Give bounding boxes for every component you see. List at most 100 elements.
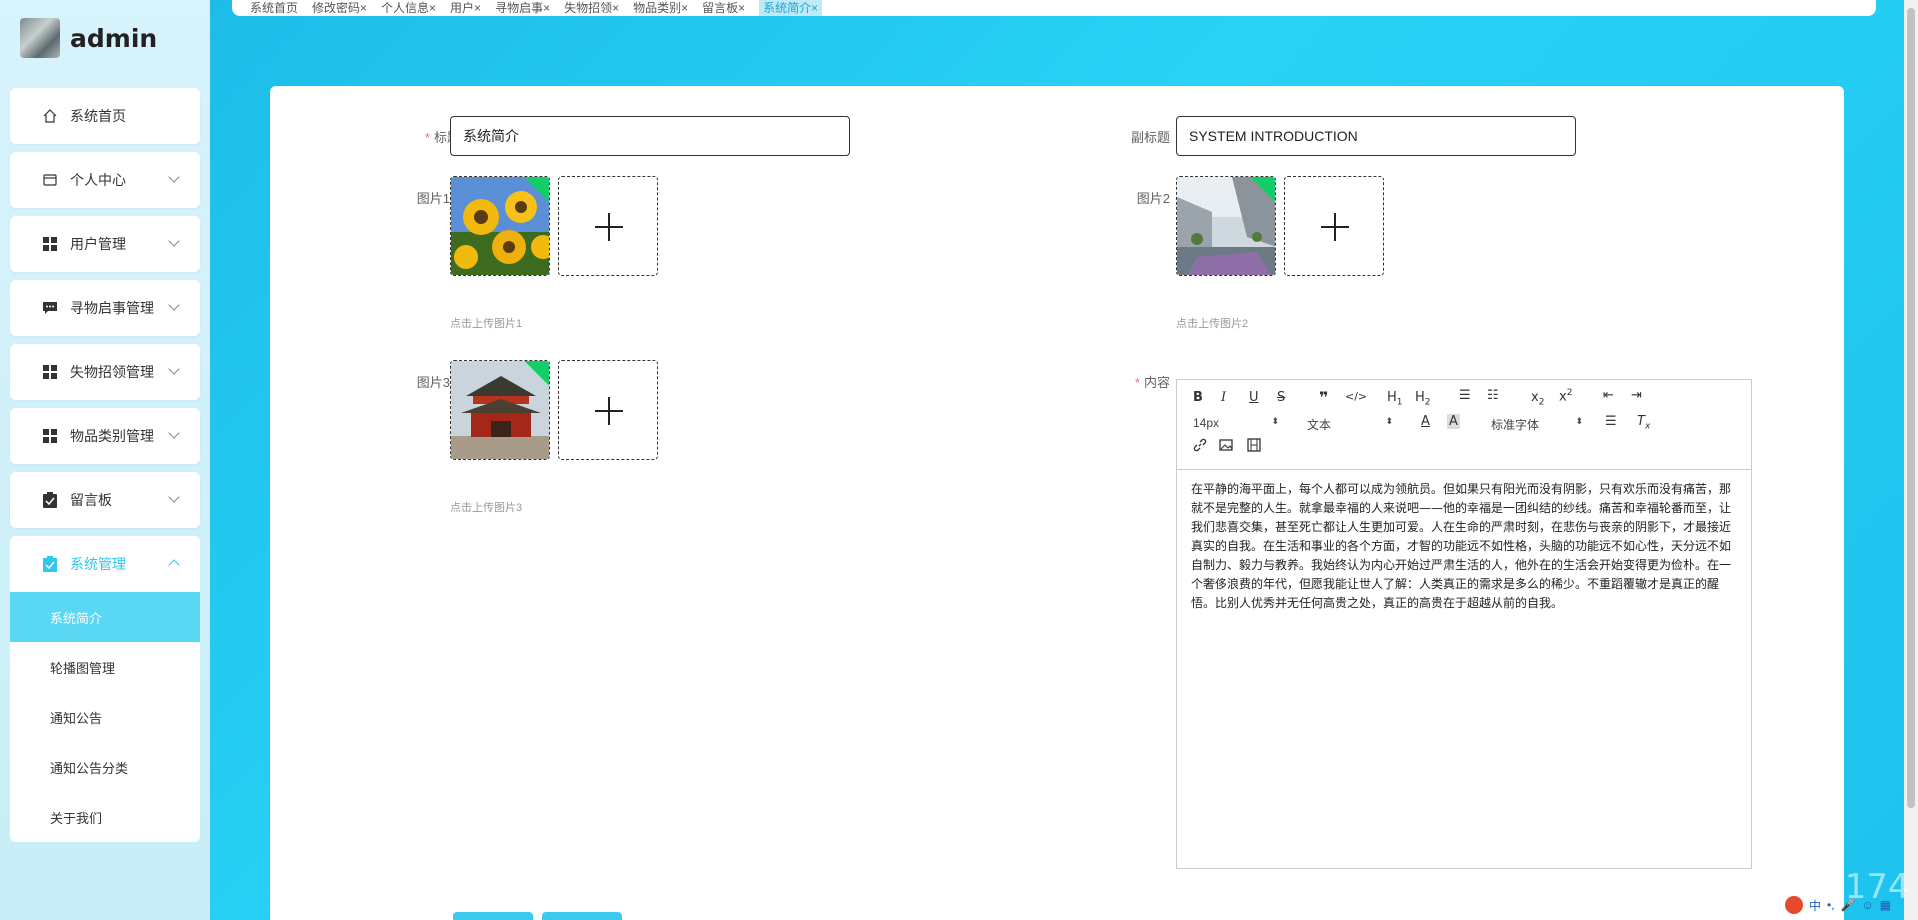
pic2-thumbnail[interactable] <box>1176 176 1276 276</box>
sidebar-item-label: 系统首页 <box>70 108 126 124</box>
pic2-label: 图片2 <box>1136 191 1170 206</box>
ime-language-indicator[interactable]: 中 <box>1809 897 1821 914</box>
tab-system-intro[interactable]: 系统简介× <box>759 0 823 16</box>
header2-icon[interactable]: H2 <box>1415 390 1431 408</box>
sidebar-item-profile[interactable]: 个人中心 <box>10 152 200 208</box>
username: admin <box>70 23 158 53</box>
grid-icon <box>42 236 58 252</box>
chevron-down-icon <box>168 235 180 247</box>
punctuation-icon[interactable]: •, <box>1827 898 1835 912</box>
select-arrows-icon: ⬍ <box>1385 416 1393 426</box>
submit-button[interactable] <box>453 912 533 920</box>
tab-home[interactable]: 系统首页 <box>250 0 298 16</box>
video-icon[interactable] <box>1247 438 1261 456</box>
editor-content[interactable]: 在平静的海平面上，每个人都可以成为领航员。但如果只有阳光而没有阴影，只有欢乐而没… <box>1177 470 1751 623</box>
background-color-icon[interactable]: A <box>1447 414 1460 429</box>
profile-card-icon <box>42 172 58 188</box>
pic3-label: 图片3 <box>416 375 450 390</box>
required-mark: * <box>424 130 430 145</box>
sidebar-subitem-notice-category[interactable]: 通知公告分类 <box>10 742 200 792</box>
sidebar-item-found[interactable]: 失物招领管理 <box>10 344 200 400</box>
grid-icon <box>42 428 58 444</box>
align-icon[interactable]: ☰ <box>1605 414 1617 429</box>
chevron-down-icon <box>168 299 180 311</box>
ordered-list-icon[interactable]: ☰ <box>1459 388 1471 403</box>
subtitle-input[interactable]: SYSTEM INTRODUCTION <box>1176 116 1576 156</box>
indent-icon[interactable]: ⇥ <box>1631 388 1642 403</box>
sidebar-item-system[interactable]: 系统管理 <box>10 536 200 592</box>
required-mark: * <box>1134 375 1140 390</box>
content-label: * 内容 <box>1134 375 1170 390</box>
tab-profile[interactable]: 个人信息× <box>381 0 436 16</box>
title-input[interactable]: 系统简介 <box>450 116 850 156</box>
sidebar-subitem-intro[interactable]: 系统简介 <box>10 592 200 642</box>
link-icon[interactable] <box>1193 438 1207 456</box>
strike-icon[interactable]: S <box>1277 390 1285 405</box>
blockquote-icon[interactable]: ❞ <box>1319 388 1328 407</box>
sogou-icon[interactable] <box>1785 896 1803 914</box>
ime-tray: 中 •, 🎤 ☺ ▦ <box>1785 894 1903 916</box>
cancel-button[interactable] <box>542 912 622 920</box>
home-icon <box>42 108 58 124</box>
tab-bar: 系统首页 修改密码× 个人信息× 用户× 寻物启事× 失物招领× 物品类别× 留… <box>232 0 1876 16</box>
sidebar: admin 系统首页 个人中心 用户管理 寻物启事管理 失物招领管理 物品类别管… <box>0 0 210 920</box>
italic-icon[interactable]: I <box>1221 390 1226 405</box>
sidebar-item-label: 留言板 <box>70 492 112 508</box>
editor-toolbar: B I U S ❞ </> H1 H2 ☰ ☷ x2 x2 ⇤ ⇥ 14px ⬍ … <box>1177 380 1751 470</box>
pic2-upload-button[interactable] <box>1284 176 1384 276</box>
page-scrollbar[interactable] <box>1904 0 1918 920</box>
sidebar-item-users[interactable]: 用户管理 <box>10 216 200 272</box>
subscript-icon[interactable]: x2 <box>1531 390 1544 408</box>
main-panel: * 标题 系统简介 副标题 SYSTEM INTRODUCTION 图片1 点击上… <box>270 86 1844 920</box>
pic2-hint: 点击上传图片2 <box>1176 318 1249 330</box>
pic1-thumbnail[interactable] <box>450 176 550 276</box>
header1-icon[interactable]: H1 <box>1387 390 1403 408</box>
grid-icon <box>42 364 58 380</box>
avatar[interactable] <box>20 18 60 58</box>
sidebar-item-guestbook[interactable]: 留言板 <box>10 472 200 528</box>
brand: admin <box>20 18 157 58</box>
pic3-thumbnail[interactable] <box>450 360 550 460</box>
chevron-down-icon <box>168 427 180 439</box>
toolbox-icon[interactable]: ▦ <box>1880 898 1891 912</box>
tab-password[interactable]: 修改密码× <box>312 0 367 16</box>
pic1-upload-button[interactable] <box>558 176 658 276</box>
scrollbar-thumb[interactable] <box>1907 8 1915 808</box>
image-icon[interactable] <box>1219 438 1233 456</box>
sidebar-item-categories[interactable]: 物品类别管理 <box>10 408 200 464</box>
sidebar-subitem-about[interactable]: 关于我们 <box>10 792 200 842</box>
pic1-hint: 点击上传图片1 <box>450 318 523 330</box>
microphone-icon[interactable]: 🎤 <box>1841 898 1856 912</box>
underline-icon[interactable]: U <box>1249 390 1259 405</box>
text-color-icon[interactable]: A <box>1421 414 1430 429</box>
font-size-select[interactable]: 14px ⬍ <box>1193 416 1279 430</box>
sidebar-item-label: 失物招领管理 <box>70 364 154 380</box>
font-family-select[interactable]: 标准字体 ⬍ <box>1491 416 1583 433</box>
block-type-select[interactable]: 文本 ⬍ <box>1307 416 1393 433</box>
sidebar-item-home[interactable]: 系统首页 <box>10 88 200 144</box>
side-menu: 系统首页 个人中心 用户管理 寻物启事管理 失物招领管理 物品类别管理 留言板 … <box>10 88 200 842</box>
tab-users[interactable]: 用户× <box>450 0 481 16</box>
sidebar-subitem-carousel[interactable]: 轮播图管理 <box>10 642 200 692</box>
sidebar-item-lost-notice[interactable]: 寻物启事管理 <box>10 280 200 336</box>
tab-found[interactable]: 失物招领× <box>564 0 619 16</box>
chevron-up-icon <box>168 559 180 571</box>
rich-text-editor: B I U S ❞ </> H1 H2 ☰ ☷ x2 x2 ⇤ ⇥ 14px ⬍ … <box>1176 379 1752 869</box>
clear-format-icon[interactable]: Tx <box>1637 414 1650 432</box>
clipboard-check-icon <box>42 492 58 508</box>
code-icon[interactable]: </> <box>1345 390 1367 403</box>
tab-lost-notice[interactable]: 寻物启事× <box>495 0 550 16</box>
bold-icon[interactable]: B <box>1193 390 1203 405</box>
sidebar-item-label: 物品类别管理 <box>70 428 154 444</box>
tab-categories[interactable]: 物品类别× <box>633 0 688 16</box>
bullet-list-icon[interactable]: ☷ <box>1487 388 1499 403</box>
outdent-icon[interactable]: ⇤ <box>1603 388 1614 403</box>
tab-guestbook[interactable]: 留言板× <box>702 0 745 16</box>
pic3-upload-button[interactable] <box>558 360 658 460</box>
sidebar-item-label: 寻物启事管理 <box>70 300 154 316</box>
message-icon <box>42 300 58 316</box>
select-arrows-icon: ⬍ <box>1271 416 1279 426</box>
superscript-icon[interactable]: x2 <box>1559 388 1572 404</box>
emoji-icon[interactable]: ☺ <box>1862 898 1874 912</box>
sidebar-subitem-notice[interactable]: 通知公告 <box>10 692 200 742</box>
